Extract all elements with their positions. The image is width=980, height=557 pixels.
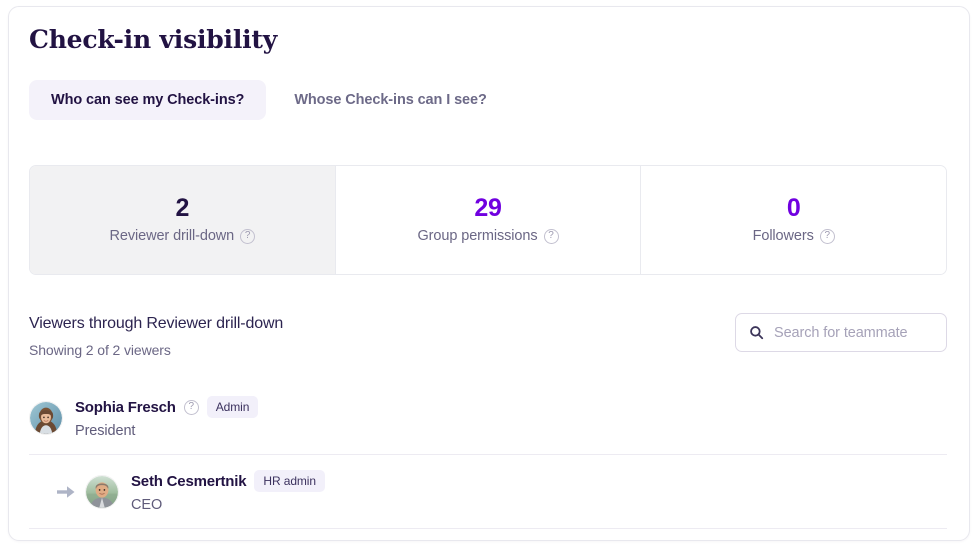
viewer-name-row: Sophia Fresch ? Admin bbox=[75, 396, 259, 418]
avatar bbox=[85, 474, 119, 509]
help-circle-icon[interactable]: ? bbox=[183, 399, 199, 415]
stat-label-text: Followers bbox=[752, 228, 814, 244]
stat-card-followers[interactable]: 0 Followers ? bbox=[641, 166, 946, 274]
stat-label-followers: Followers ? bbox=[753, 228, 835, 244]
stat-value-reviewer-drill-down: 2 bbox=[175, 194, 190, 222]
viewer-name-row: Seth Cesmertnik HR admin bbox=[131, 470, 325, 492]
stat-value-followers: 0 bbox=[786, 194, 801, 222]
role-badge: HR admin bbox=[254, 470, 325, 492]
role-badge: Admin bbox=[206, 396, 259, 418]
viewer-info: Seth Cesmertnik HR admin CEO bbox=[131, 470, 325, 513]
viewers-heading: Viewers through Reviewer drill-down bbox=[29, 315, 284, 332]
stat-label-text: Reviewer drill-down bbox=[109, 228, 235, 244]
search-input[interactable] bbox=[774, 324, 933, 341]
viewers-header: Viewers through Reviewer drill-down Show… bbox=[29, 313, 947, 358]
viewer-info: Sophia Fresch ? Admin President bbox=[75, 396, 259, 439]
stat-card-group-permissions[interactable]: 29 Group permissions ? bbox=[335, 166, 642, 274]
page-title: Check-in visibility bbox=[29, 25, 278, 54]
viewer-name: Seth Cesmertnik bbox=[131, 472, 247, 490]
search-teammate-box[interactable] bbox=[735, 313, 947, 352]
help-circle-icon[interactable]: ? bbox=[240, 228, 256, 244]
stat-label-reviewer-drill-down: Reviewer drill-down ? bbox=[110, 228, 256, 244]
arrow-right-icon bbox=[55, 484, 85, 500]
viewer-row-sophia-fresch[interactable]: Sophia Fresch ? Admin President bbox=[29, 381, 947, 455]
viewers-count-text: Showing 2 of 2 viewers bbox=[29, 342, 171, 358]
help-circle-icon[interactable]: ? bbox=[543, 228, 559, 244]
search-icon bbox=[749, 325, 764, 340]
viewer-name: Sophia Fresch bbox=[75, 398, 176, 416]
tab-whose-checkins-can-i-see[interactable]: Whose Check-ins can I see? bbox=[272, 80, 508, 120]
viewer-job-title: President bbox=[75, 423, 136, 439]
viewer-row-seth-cesmertnik[interactable]: Seth Cesmertnik HR admin CEO bbox=[29, 455, 947, 529]
stat-label-text: Group permissions bbox=[417, 228, 538, 244]
viewers-heading-group: Viewers through Reviewer drill-down Show… bbox=[29, 313, 283, 358]
stat-value-group-permissions: 29 bbox=[474, 194, 502, 222]
viewer-list: Sophia Fresch ? Admin President Seth Ces… bbox=[29, 381, 947, 529]
stat-label-group-permissions: Group permissions ? bbox=[418, 228, 559, 244]
stat-cards: 2 Reviewer drill-down ? 29 Group permiss… bbox=[29, 165, 947, 275]
visibility-tabs: Who can see my Check-ins? Whose Check-in… bbox=[29, 80, 509, 120]
stat-card-reviewer-drill-down[interactable]: 2 Reviewer drill-down ? bbox=[30, 166, 336, 274]
check-in-visibility-panel: Check-in visibility Who can see my Check… bbox=[8, 6, 970, 541]
viewer-job-title: CEO bbox=[131, 497, 163, 513]
help-circle-icon[interactable]: ? bbox=[819, 228, 835, 244]
avatar bbox=[29, 400, 63, 435]
tab-who-can-see-my-checkins[interactable]: Who can see my Check-ins? bbox=[29, 80, 267, 120]
